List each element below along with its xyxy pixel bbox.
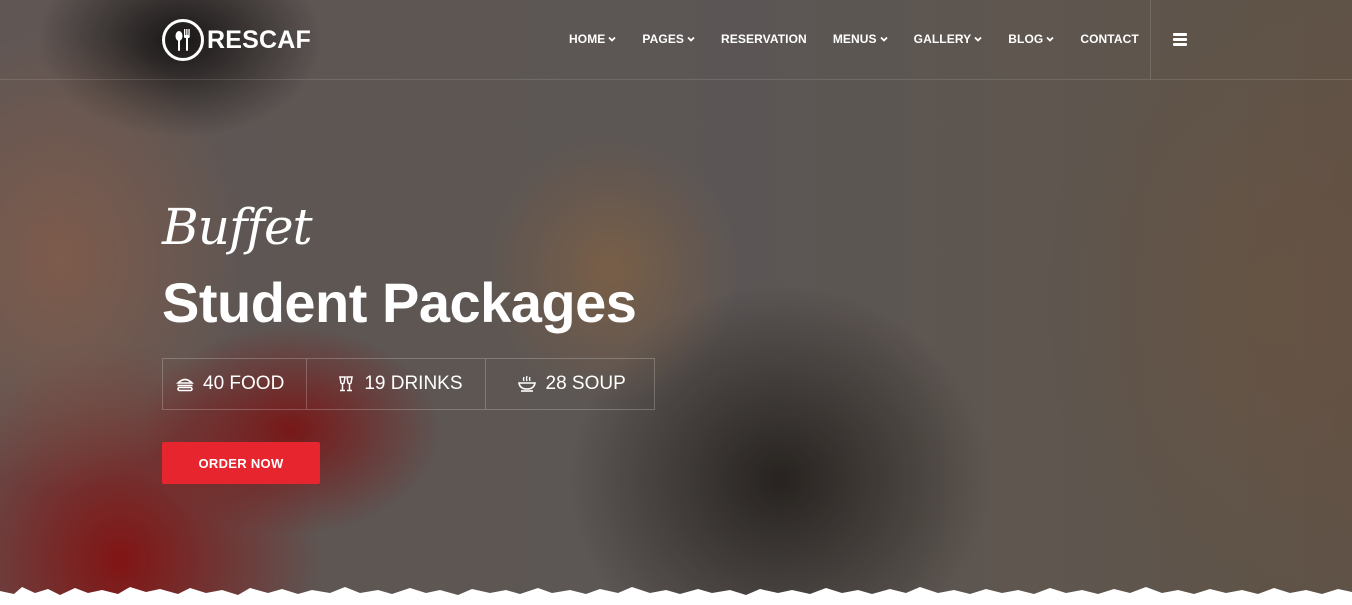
nav-item-label: HOME [569,32,606,46]
feature-label: 19 DRINKS [364,373,463,394]
nav-item-label: PAGES [642,32,685,46]
nav-item-label: MENUS [832,32,877,46]
feature-label: 40 FOOD [203,373,285,394]
site-header: RESCAF HOME PAGES RESERVATION MENUS GALL… [0,0,1352,80]
hero-title: Student Packages [162,271,637,334]
torn-edge-divider [0,587,1352,605]
burger-icon [176,378,194,392]
order-now-button[interactable]: ORDER NOW [162,442,320,484]
hero-script-title: Buffet [162,198,313,256]
nav-item-label: RESERVATION [721,32,807,46]
nav-item-gallery[interactable]: GALLERY [914,32,983,46]
fork-spoon-icon [162,19,204,61]
soup-icon [517,375,536,392]
feature-list: 40 FOOD 19 DRINKS 28 SOUP [162,358,655,410]
nav-item-label: BLOG [1008,32,1044,46]
feature-drinks: 19 DRINKS [307,359,486,409]
chevron-down-icon [974,36,982,42]
nav-item-reservation[interactable]: RESERVATION [721,32,807,46]
nav-item-contact[interactable]: CONTACT [1080,32,1138,46]
chevron-down-icon [687,36,695,42]
brand-name: RESCAF [207,25,311,54]
drinks-icon [339,376,354,392]
nav-item-label: GALLERY [913,32,972,46]
nav-item-home[interactable]: HOME [569,32,617,46]
logo[interactable]: RESCAF [162,17,311,63]
chevron-down-icon [880,36,888,42]
chevron-down-icon [1046,36,1054,42]
hamburger-icon[interactable] [1173,33,1187,46]
chevron-down-icon [608,36,617,42]
main-nav: HOME PAGES RESERVATION MENUS GALLERY BLO… [569,28,1165,50]
feature-soup: 28 SOUP [486,359,654,409]
hero-section: RESCAF HOME PAGES RESERVATION MENUS GALL… [0,0,1352,605]
nav-item-blog[interactable]: BLOG [1008,32,1054,46]
feature-food: 40 FOOD [163,359,308,409]
nav-item-menus[interactable]: MENUS [833,32,888,46]
nav-item-label: CONTACT [1080,32,1139,46]
nav-divider [1150,0,1151,79]
feature-label: 28 SOUP [545,373,626,394]
nav-item-pages[interactable]: PAGES [642,32,695,46]
